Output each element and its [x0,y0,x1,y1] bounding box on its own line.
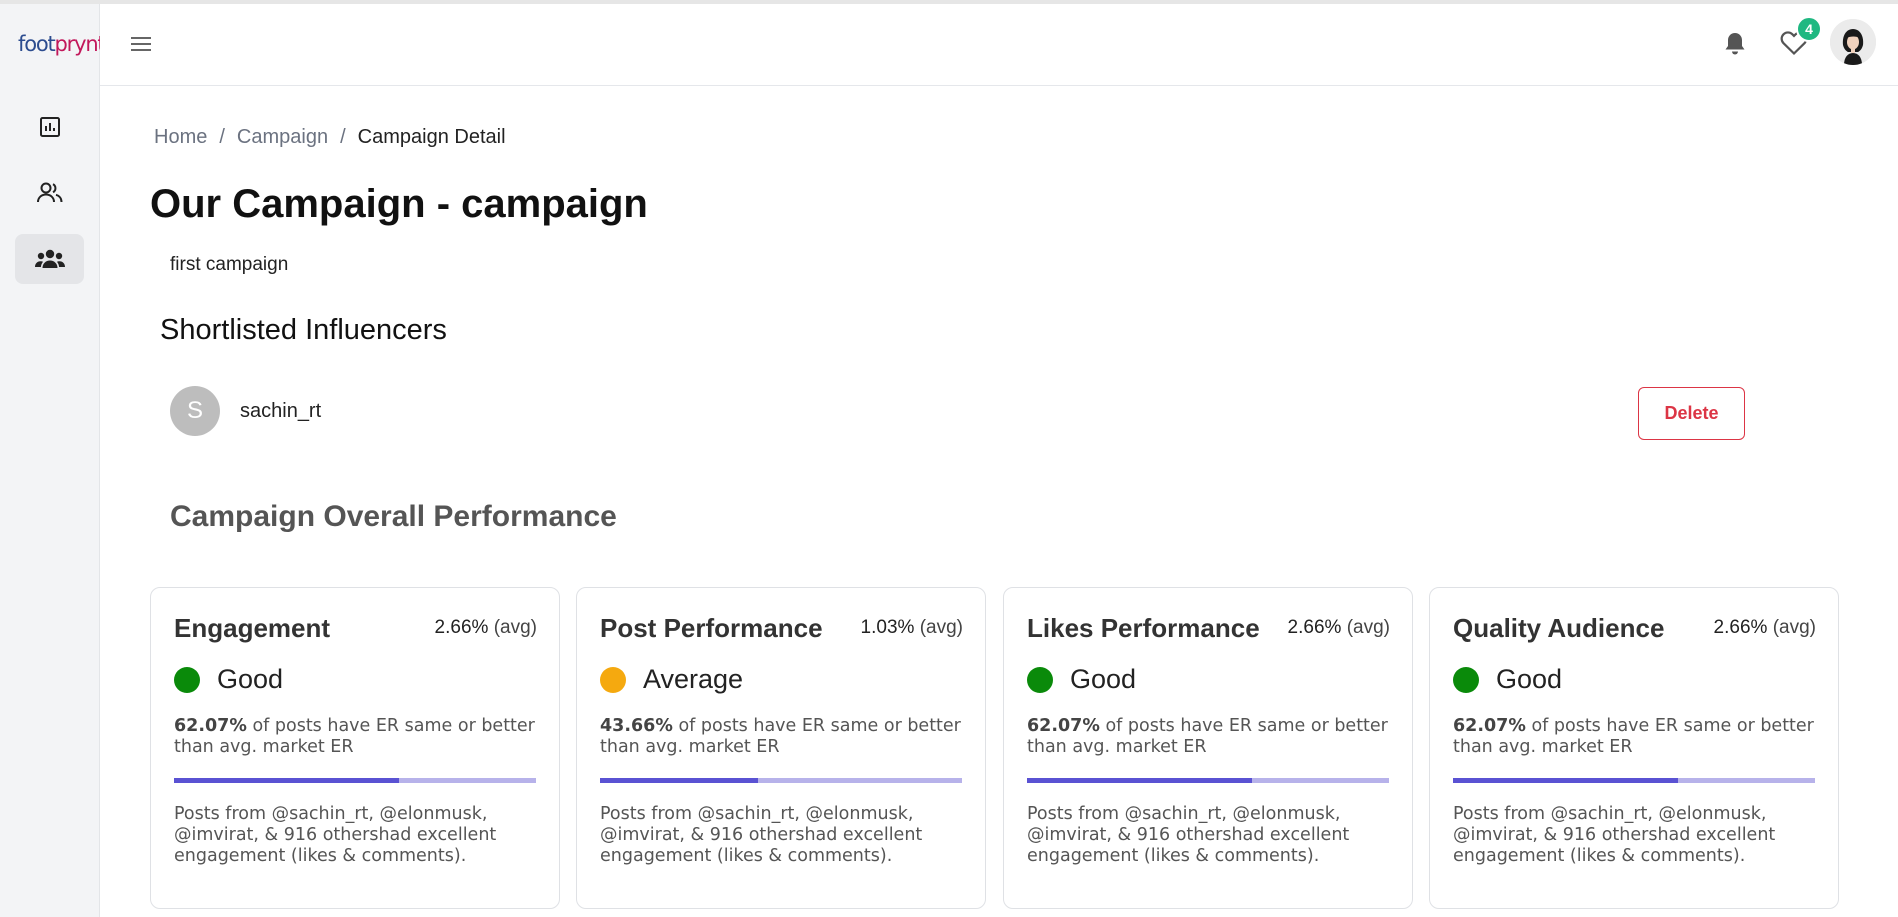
card-note: Posts from @sachin_rt, @elonmusk, @imvir… [1453,804,1776,866]
progress-bar [1453,778,1815,783]
likes-performance-card: Likes Performance 2.66% (avg) Good 62.07… [1003,587,1413,909]
progress-fill [1453,778,1678,783]
avg-value: 1.03% [860,617,915,638]
rating-text: Good [1070,664,1137,694]
breadcrumb-separator: / [340,126,346,148]
stat-value: 62.07% [1453,716,1526,736]
progress-fill [600,778,759,783]
avg-value: 2.66% [1713,617,1768,638]
quality-audience-card: Quality Audience 2.66% (avg) Good 62.07%… [1429,587,1839,909]
card-stat: 62.07% of posts have ER same or better t… [1027,716,1397,758]
campaign-description: first campaign [170,254,289,275]
stat-value: 43.66% [600,716,673,736]
rating-dot-icon [1027,666,1053,693]
influencer-name[interactable]: sachin_rt [240,400,321,423]
card-note: Posts from @sachin_rt, @elonmusk, @imvir… [174,804,497,866]
shortlisted-influencers-title: Shortlisted Influencers [160,314,447,346]
logo-text-part2: prynt [54,32,106,56]
avg-label: (avg) [1346,617,1390,638]
stat-value: 62.07% [174,716,247,736]
post-performance-card: Post Performance 1.03% (avg) Average 43.… [576,587,986,909]
card-note: Posts from @sachin_rt, @elonmusk, @imvir… [600,804,923,866]
favorites-count-badge: 4 [1796,16,1822,42]
breadcrumb-campaign[interactable]: Campaign [237,126,328,149]
sidebar-item-influencers[interactable] [15,168,84,218]
rating-text: Average [643,664,744,694]
breadcrumb: Home / Campaign / Campaign Detail [154,126,506,149]
performance-title: Campaign Overall Performance [170,500,617,533]
rating-dot-icon [600,666,626,693]
breadcrumb-current: Campaign Detail [357,126,506,148]
progress-bar [174,778,536,783]
breadcrumb-separator: / [219,126,225,148]
card-stat: 62.07% of posts have ER same or better t… [174,716,544,758]
sidebar: footprynt [0,4,106,917]
influencer-row: S sachin_rt [170,386,321,436]
card-stat: 43.66% of posts have ER same or better t… [600,716,970,758]
rating: Good [1027,664,1136,695]
progress-fill [1027,778,1252,783]
card-note: Posts from @sachin_rt, @elonmusk, @imvir… [1027,804,1350,866]
rating: Average [600,664,743,695]
card-stat: 62.07% of posts have ER same or better t… [1453,716,1823,758]
avg-value: 2.66% [434,617,489,638]
user-avatar[interactable] [1830,19,1876,65]
logo-text-part1: foot [18,32,56,56]
progress-bar [600,778,962,783]
card-title: Likes Performance [1027,613,1260,643]
bar-chart-icon [38,115,62,139]
progress-bar [1027,778,1389,783]
card-title: Engagement [174,613,331,643]
engagement-card: Engagement 2.66% (avg) Good 62.07% of po… [150,587,560,909]
rating-text: Good [1496,664,1563,694]
influencer-avatar: S [170,386,220,436]
rating-dot-icon [1453,666,1479,693]
breadcrumb-home[interactable]: Home [154,126,207,149]
rating-text: Good [217,664,284,694]
card-title: Post Performance [600,613,823,643]
menu-icon[interactable] [130,35,152,58]
rating: Good [174,664,283,695]
avg-value: 2.66% [1287,617,1342,638]
progress-fill [174,778,399,783]
stat-value: 62.07% [1027,716,1100,736]
logo[interactable]: footprynt [18,32,106,56]
top-header: 4 [100,4,1898,86]
avg-label: (avg) [919,617,963,638]
page-title: Our Campaign - campaign [150,182,648,226]
card-avg: 2.66% (avg) [435,617,537,639]
sidebar-item-campaigns[interactable] [15,234,84,284]
card-avg: 2.66% (avg) [1714,617,1816,639]
avg-label: (avg) [1772,617,1816,638]
card-title: Quality Audience [1453,613,1665,643]
card-avg: 2.66% (avg) [1288,617,1390,639]
users-icon [36,181,64,205]
avg-label: (avg) [493,617,537,638]
card-avg: 1.03% (avg) [861,617,963,639]
delete-button[interactable]: Delete [1638,387,1745,440]
group-icon [34,248,65,270]
rating-dot-icon [174,666,200,693]
bell-icon[interactable] [1724,32,1746,61]
sidebar-item-dashboard[interactable] [15,102,84,152]
rating: Good [1453,664,1562,695]
